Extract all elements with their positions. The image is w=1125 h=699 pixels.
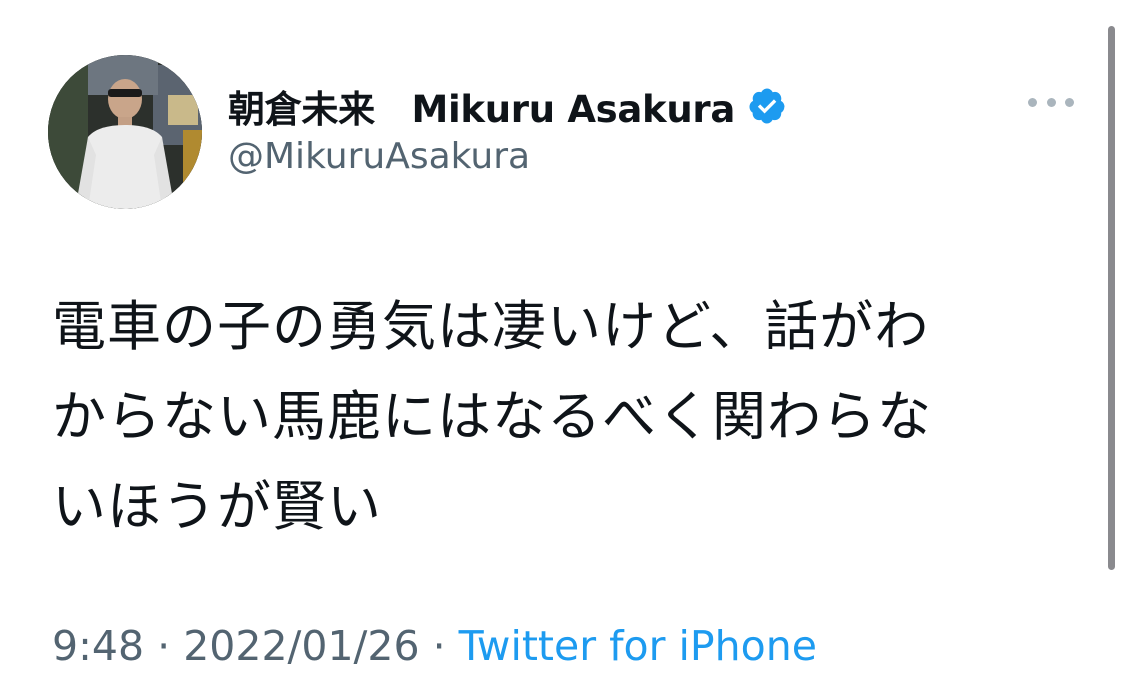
tweet-date[interactable]: 2022/01/26 bbox=[183, 622, 419, 670]
avatar[interactable] bbox=[48, 55, 202, 209]
tweet-text-line: からない馬鹿にはなるべく関わらな bbox=[52, 385, 932, 448]
meta-separator: · bbox=[432, 622, 446, 670]
tweet-text-line: 電車の子の勇気は凄いけど、話がわ bbox=[52, 295, 930, 358]
scrollbar[interactable] bbox=[1108, 26, 1115, 570]
tweet-text: 電車の子の勇気は凄いけど、話がわ からない馬鹿にはなるべく関わらな いほうが賢い bbox=[52, 282, 1072, 552]
tweet-time[interactable]: 9:48 bbox=[52, 622, 144, 670]
more-horizontal-icon[interactable] bbox=[1028, 90, 1074, 114]
tweet-text-line: いほうが賢い bbox=[52, 475, 382, 538]
avatar-photo bbox=[48, 55, 202, 209]
more-dot bbox=[1065, 97, 1074, 107]
more-dot bbox=[1046, 97, 1056, 107]
more-dot bbox=[1028, 97, 1037, 107]
meta-separator: · bbox=[157, 622, 171, 670]
tweet-meta: 9:48 · 2022/01/26 · Twitter for iPhone bbox=[52, 622, 817, 670]
handle[interactable]: @MikuruAsakura bbox=[228, 136, 530, 177]
verified-badge-icon bbox=[747, 86, 787, 126]
tweet-source-link[interactable]: Twitter for iPhone bbox=[459, 622, 817, 670]
author-name-row[interactable]: 朝倉未来 Mikuru Asakura bbox=[228, 80, 787, 132]
display-name[interactable]: 朝倉未来 Mikuru Asakura bbox=[228, 79, 735, 133]
tweet-detail: 朝倉未来 Mikuru Asakura @MikuruAsakura 電車の子の… bbox=[0, 0, 1125, 699]
